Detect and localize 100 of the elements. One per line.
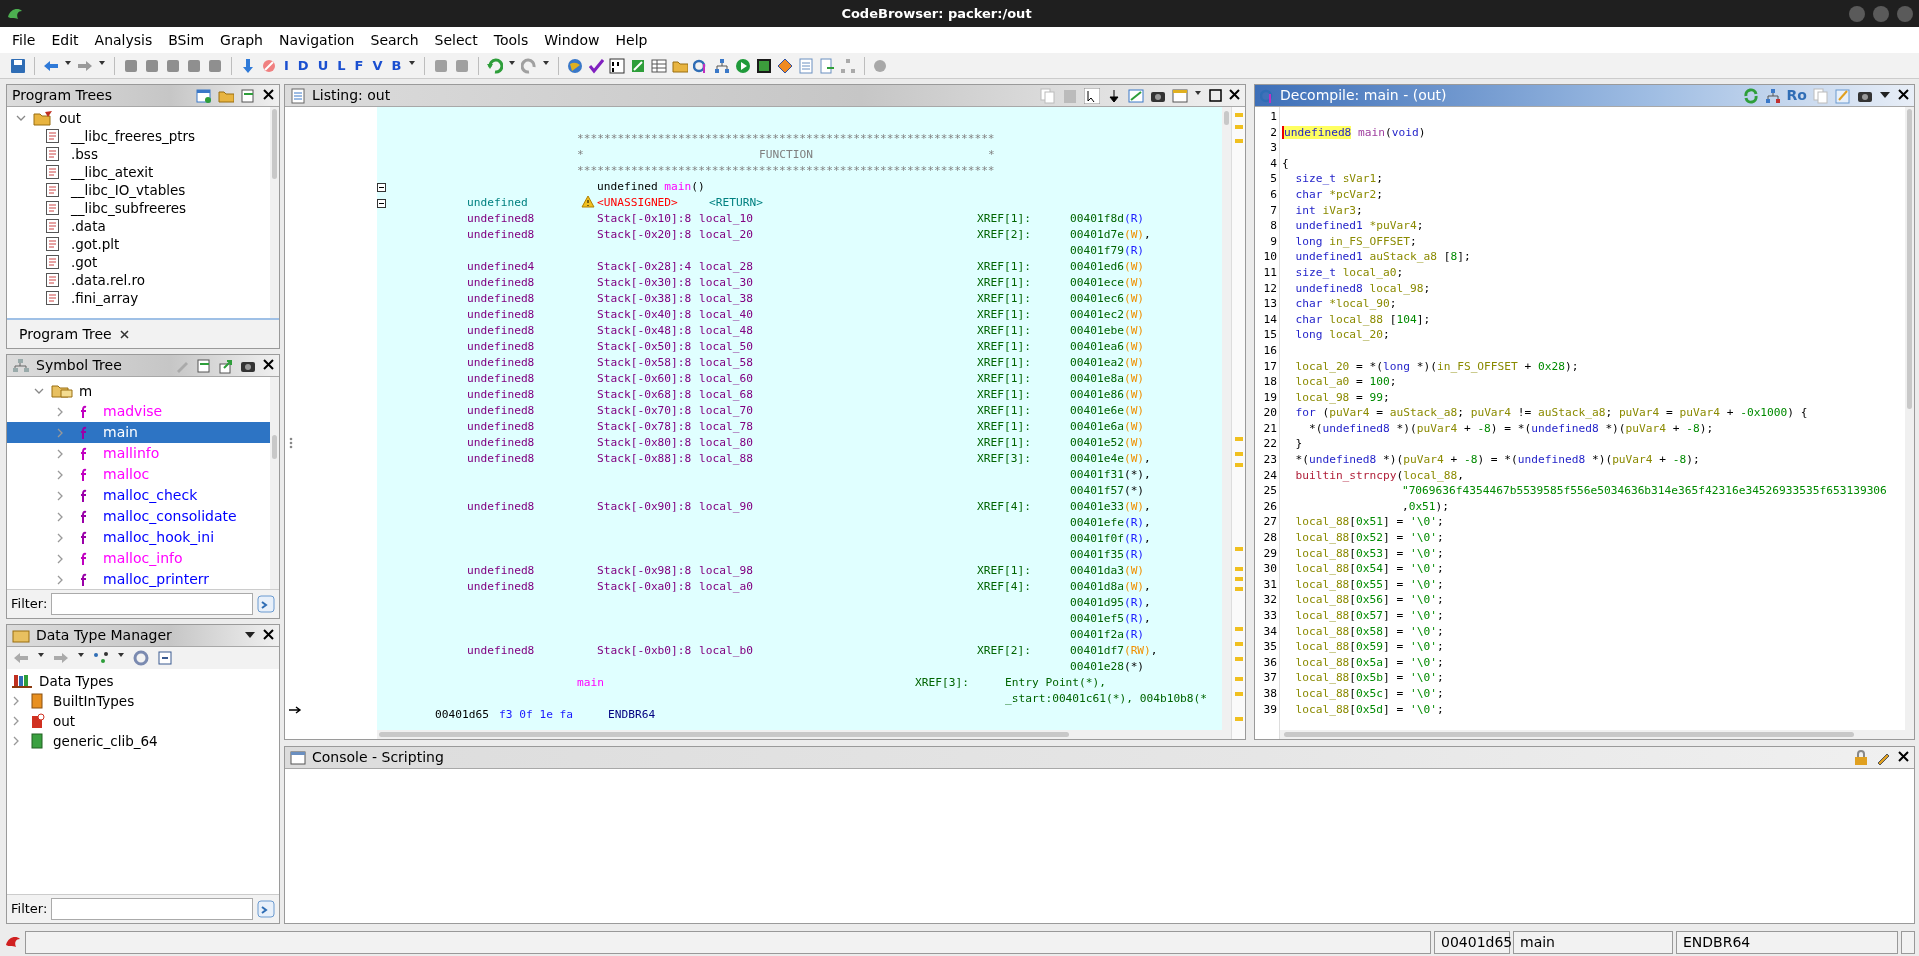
filter-field[interactable] <box>51 898 253 920</box>
toolbar-button[interactable]: V <box>370 57 385 74</box>
expand-chevron-icon[interactable] <box>55 405 65 418</box>
xref-entry[interactable]: 00401ec6(W) <box>1070 292 1145 305</box>
menu-item[interactable]: Edit <box>43 29 87 51</box>
menu-item[interactable]: Graph <box>212 29 271 51</box>
menu-item[interactable]: Navigation <box>271 29 363 51</box>
toolbar-button[interactable]: L <box>335 57 348 74</box>
menu-item[interactable]: Help <box>607 29 656 51</box>
xref-entry[interactable]: 00401e8a(W) <box>1070 372 1145 385</box>
xref-entry[interactable]: 00401d8a(W), <box>1070 580 1151 593</box>
xref-entry[interactable]: 00401f2a(R) <box>1070 628 1145 641</box>
scrollbar[interactable] <box>270 107 279 318</box>
document-icon[interactable] <box>144 57 160 74</box>
toolbar-button[interactable]: I <box>282 57 291 74</box>
collapse-all-icon[interactable] <box>157 650 173 666</box>
maximize-icon[interactable] <box>1208 87 1222 104</box>
xref-entry[interactable]: 00401ea6(W) <box>1070 340 1145 353</box>
document-icon[interactable] <box>186 57 202 74</box>
symbol-name[interactable]: malloc_printerr <box>103 569 210 589</box>
xref-entry[interactable]: 00401e28(*) <box>1070 660 1145 673</box>
xref-entry[interactable]: 00401f0f(R), <box>1070 532 1151 545</box>
menu-item[interactable]: Tools <box>485 29 537 51</box>
menu-item[interactable]: BSim <box>160 29 213 51</box>
xref-entry[interactable]: 00401ece(W) <box>1070 276 1145 289</box>
menu-item[interactable]: Window <box>536 29 608 51</box>
expand-chevron-icon[interactable] <box>55 552 65 565</box>
scrollbar[interactable] <box>1222 107 1231 739</box>
document-icon[interactable] <box>433 57 450 74</box>
dots-icon[interactable] <box>93 650 109 666</box>
xref-entry[interactable]: 00401e33(W), <box>1070 500 1151 513</box>
xref-entry[interactable]: 00401ec2(W) <box>1070 308 1145 321</box>
document-arrow-icon[interactable] <box>819 57 836 74</box>
symbol-name[interactable]: malloc_check <box>103 485 198 506</box>
stop-icon[interactable] <box>261 57 277 74</box>
expand-chevron-icon[interactable] <box>11 695 21 707</box>
tree-item[interactable]: Data Types <box>39 670 114 692</box>
table-icon[interactable] <box>651 57 668 74</box>
minimize-button[interactable] <box>1849 5 1865 22</box>
expand-chevron-icon[interactable] <box>55 510 65 523</box>
menu-item[interactable]: File <box>4 29 44 51</box>
filter-field[interactable] <box>51 593 253 615</box>
toolbar-button[interactable]: U <box>315 57 331 74</box>
scrollbar[interactable] <box>1905 107 1914 739</box>
toolbar-button[interactable]: D <box>295 57 311 74</box>
xref-entry[interactable]: 00401efe(R), <box>1070 516 1151 529</box>
menu-item[interactable]: Select <box>426 29 486 51</box>
maximize-button[interactable] <box>1873 5 1889 22</box>
expand-chevron-icon[interactable] <box>55 531 65 544</box>
filter-options-icon[interactable] <box>257 900 275 918</box>
xref-entry[interactable]: 00401f31(*), <box>1070 468 1151 481</box>
xref-entry[interactable]: 00401ef5(R), <box>1070 612 1151 625</box>
xref-entry[interactable]: 00401e6a(W) <box>1070 420 1145 433</box>
tree-diagram-icon[interactable] <box>840 57 857 74</box>
expand-chevron-icon[interactable] <box>55 573 65 586</box>
export-arrow-icon[interactable] <box>218 357 234 374</box>
grip-icon[interactable] <box>289 437 293 449</box>
symbol-name[interactable]: malloc_hook_ini <box>103 527 215 548</box>
window-icon[interactable] <box>1172 87 1188 104</box>
xref-entry[interactable]: 00401ebe(W) <box>1070 324 1145 337</box>
close-icon[interactable] <box>119 329 129 339</box>
tree-diagram-icon[interactable] <box>714 57 731 74</box>
edit-icon[interactable] <box>1835 87 1851 104</box>
xref-entry[interactable]: 00401d95(R), <box>1070 596 1151 609</box>
xref-entry[interactable]: 00401f8d(R) <box>1070 212 1145 225</box>
xref-entry[interactable]: 00401da3(W) <box>1070 564 1145 577</box>
xref-entry[interactable]: 00401ea2(W) <box>1070 356 1145 369</box>
xref-entry[interactable]: 00401e6e(W) <box>1070 404 1145 417</box>
collapse-icon[interactable] <box>377 199 386 208</box>
tree-item[interactable]: m <box>79 380 93 402</box>
xref-entry[interactable]: 00401d7e(W), <box>1070 228 1151 241</box>
expand-chevron-icon[interactable] <box>11 735 21 747</box>
document-icon[interactable] <box>207 57 223 74</box>
menu-item[interactable]: Search <box>362 29 427 51</box>
window-add-icon[interactable] <box>196 87 212 104</box>
binary-icon[interactable] <box>609 57 626 74</box>
toolbar-button[interactable]: F <box>352 57 366 74</box>
expand-chevron-icon[interactable] <box>55 468 65 481</box>
tree-item[interactable]: generic_clib_64 <box>53 730 158 752</box>
forward-arrow-icon[interactable] <box>53 650 69 666</box>
xref-entry[interactable]: 00401df7(RW), <box>1070 644 1158 657</box>
terminal-icon[interactable] <box>756 57 773 74</box>
close-button[interactable] <box>1897 5 1913 22</box>
checkmark-icon[interactable] <box>588 57 605 74</box>
document-icon[interactable] <box>123 57 139 74</box>
xref-entry[interactable]: 00401f35(R) <box>1070 548 1145 561</box>
xref-entry[interactable]: 00401e52(W) <box>1070 436 1145 449</box>
xref-entry[interactable]: 00401e86(W) <box>1070 388 1145 401</box>
xref-entry[interactable]: 00401f57(*) <box>1070 484 1145 497</box>
tree-diagram-icon[interactable] <box>1764 87 1781 104</box>
scrollbar[interactable] <box>377 730 1222 739</box>
gear-icon[interactable] <box>133 650 149 666</box>
lock-icon[interactable] <box>1853 749 1869 766</box>
symbol-name[interactable]: main <box>103 422 138 443</box>
save-icon[interactable] <box>10 57 26 74</box>
expand-chevron-icon[interactable] <box>55 447 65 460</box>
xref-entry[interactable]: 00401f79(R) <box>1070 244 1145 257</box>
refresh-icon[interactable] <box>1742 87 1759 104</box>
expand-chevron-icon[interactable] <box>55 489 65 502</box>
down-arrow-icon[interactable] <box>1106 87 1122 104</box>
